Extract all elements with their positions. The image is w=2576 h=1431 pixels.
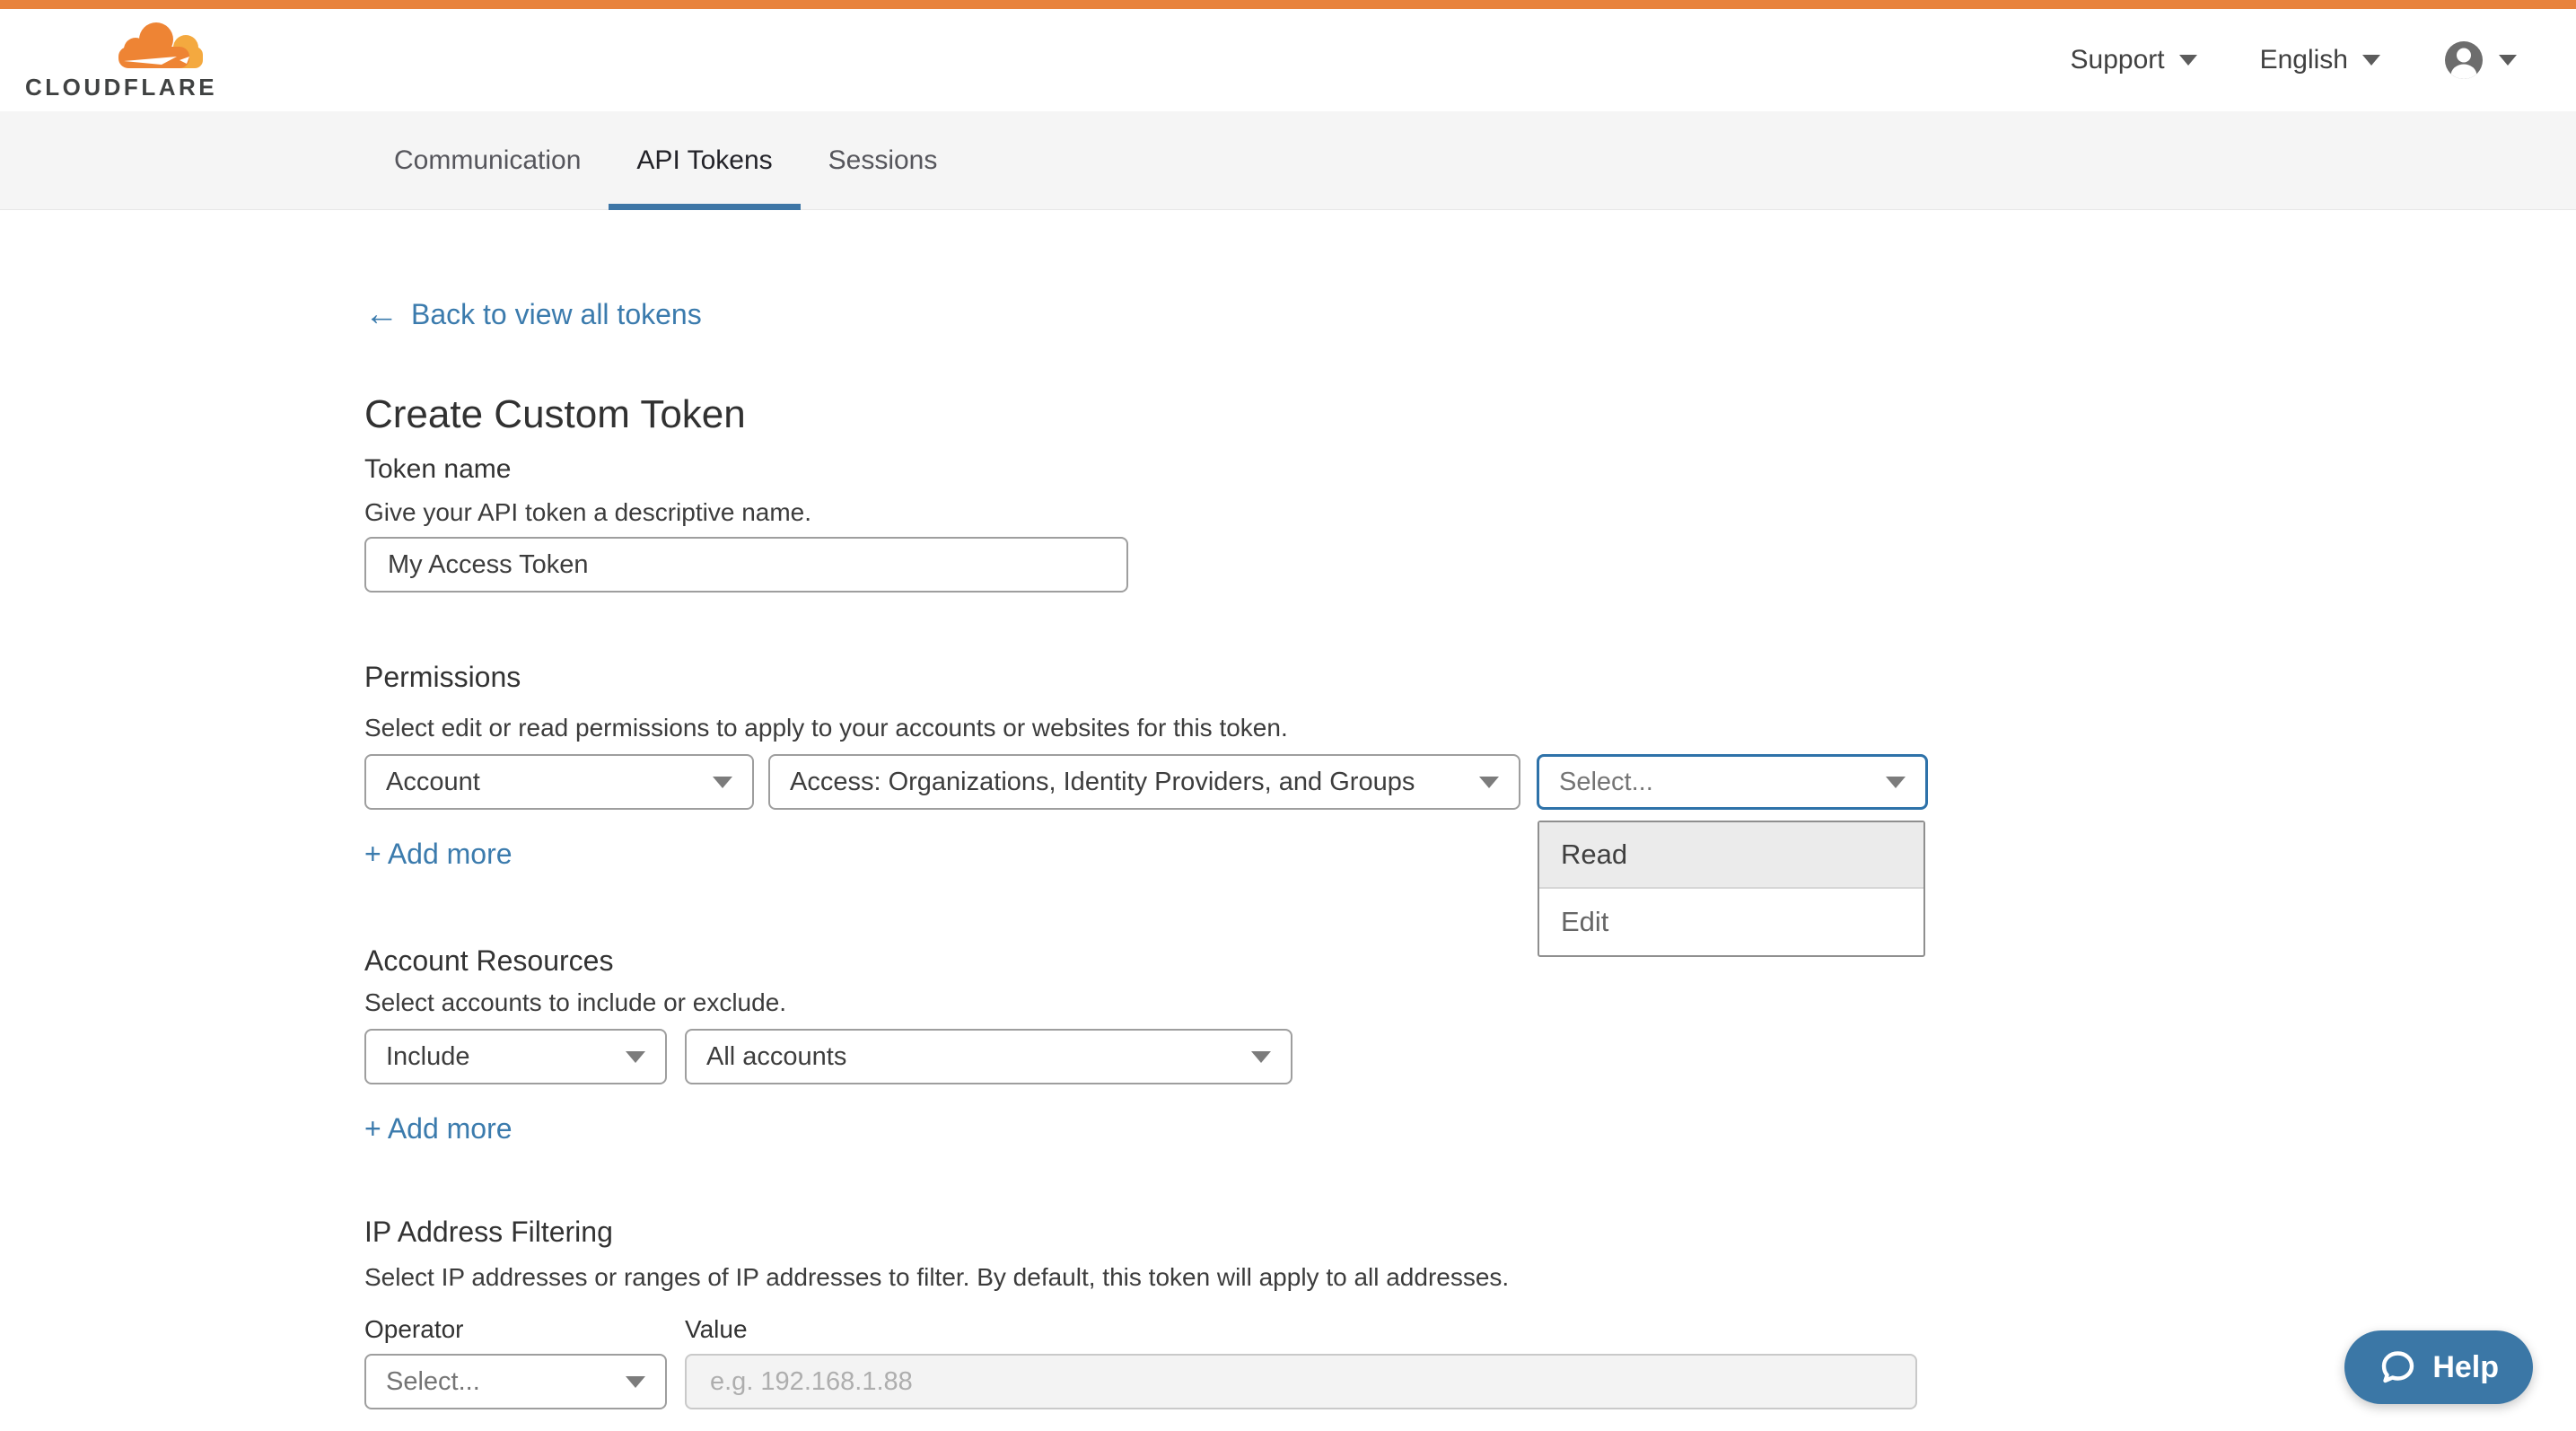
option-label: Read <box>1561 838 1627 871</box>
ip-operator-select[interactable]: Select... <box>364 1354 667 1409</box>
chevron-down-icon <box>2499 55 2517 66</box>
account-mode-value: Include <box>386 1042 470 1072</box>
account-mode-select[interactable]: Include <box>364 1029 667 1084</box>
permissions-description: Select edit or read permissions to apply… <box>364 713 2576 743</box>
chevron-down-icon <box>1251 1051 1271 1063</box>
permission-level-select[interactable]: Select... <box>1537 754 1928 810</box>
chevron-down-icon <box>713 777 732 788</box>
account-list-value: All accounts <box>706 1042 846 1072</box>
tab-label: API Tokens <box>636 145 772 176</box>
logo-text: CLOUDFLARE <box>25 74 217 101</box>
permission-scope-select[interactable]: Account <box>364 754 754 810</box>
avatar-icon <box>2443 40 2484 81</box>
account-resources-select-row: Include All accounts <box>364 1029 2576 1084</box>
header-right: Support English <box>2071 40 2517 81</box>
account-resources-heading: Account Resources <box>364 943 2576 979</box>
tab-api-tokens[interactable]: API Tokens <box>609 111 800 209</box>
back-to-tokens-link[interactable]: ← Back to view all tokens <box>364 296 702 332</box>
chevron-down-icon <box>2179 55 2197 66</box>
permission-level-value: Select... <box>1559 768 1653 797</box>
dropdown-option-edit[interactable]: Edit <box>1539 889 1923 955</box>
ip-filtering-heading: IP Address Filtering <box>364 1214 2576 1250</box>
chevron-down-icon <box>626 1376 645 1388</box>
token-name-description: Give your API token a descriptive name. <box>364 497 2576 528</box>
brand-top-bar <box>0 0 2576 9</box>
back-link-label: Back to view all tokens <box>411 296 702 332</box>
permissions-select-row: Account Access: Organizations, Identity … <box>364 754 2576 810</box>
tab-label: Sessions <box>828 145 938 176</box>
option-label: Edit <box>1561 906 1608 938</box>
permission-level-select-wrap: Select... Read Edit <box>1537 754 1928 810</box>
header: CLOUDFLARE Support English <box>0 9 2576 111</box>
language-label: English <box>2260 45 2348 75</box>
token-name-heading: Token name <box>364 452 2576 487</box>
cloudflare-cloud-icon <box>111 20 206 72</box>
permissions-heading: Permissions <box>364 659 2576 695</box>
support-label: Support <box>2071 45 2165 75</box>
token-name-input[interactable] <box>364 537 1128 593</box>
permission-scope-value: Account <box>386 768 480 797</box>
value-label: Value <box>685 1314 748 1345</box>
chevron-down-icon <box>2362 55 2380 66</box>
chat-bubble-icon <box>2379 1348 2416 1386</box>
permission-level-dropdown-menu: Read Edit <box>1538 821 1925 957</box>
help-button-label: Help <box>2432 1350 2499 1385</box>
ip-operator-value: Select... <box>386 1367 480 1397</box>
chevron-down-icon <box>1479 777 1499 788</box>
account-resources-description: Select accounts to include or exclude. <box>364 988 2576 1018</box>
chevron-down-icon <box>626 1051 645 1063</box>
ip-filtering-description: Select IP addresses or ranges of IP addr… <box>364 1262 2576 1293</box>
help-button[interactable]: Help <box>2344 1330 2533 1404</box>
tab-label: Communication <box>394 145 581 176</box>
chevron-down-icon <box>1886 777 1906 788</box>
main-content: ← Back to view all tokens Create Custom … <box>0 210 2576 1409</box>
permission-resource-select[interactable]: Access: Organizations, Identity Provider… <box>768 754 1520 810</box>
left-arrow-icon: ← <box>364 296 399 332</box>
language-menu[interactable]: English <box>2260 45 2380 75</box>
operator-label: Operator <box>364 1314 685 1345</box>
tab-sessions[interactable]: Sessions <box>801 111 966 209</box>
tab-bar: Communication API Tokens Sessions <box>0 111 2576 210</box>
account-list-select[interactable]: All accounts <box>685 1029 1292 1084</box>
ip-value-input[interactable] <box>685 1354 1917 1409</box>
page-title: Create Custom Token <box>364 390 2576 440</box>
tab-communication[interactable]: Communication <box>366 111 609 209</box>
account-menu[interactable] <box>2443 40 2517 81</box>
account-resources-add-more-link[interactable]: + Add more <box>364 1111 513 1146</box>
dropdown-option-read[interactable]: Read <box>1539 822 1923 889</box>
ip-filtering-row: Select... <box>364 1354 2576 1409</box>
permission-resource-value: Access: Organizations, Identity Provider… <box>790 768 1415 797</box>
ip-filtering-labels: Operator Value <box>364 1314 2576 1345</box>
cloudflare-logo[interactable]: CLOUDFLARE <box>25 20 217 101</box>
permissions-add-more-link[interactable]: + Add more <box>364 837 513 871</box>
support-menu[interactable]: Support <box>2071 45 2197 75</box>
